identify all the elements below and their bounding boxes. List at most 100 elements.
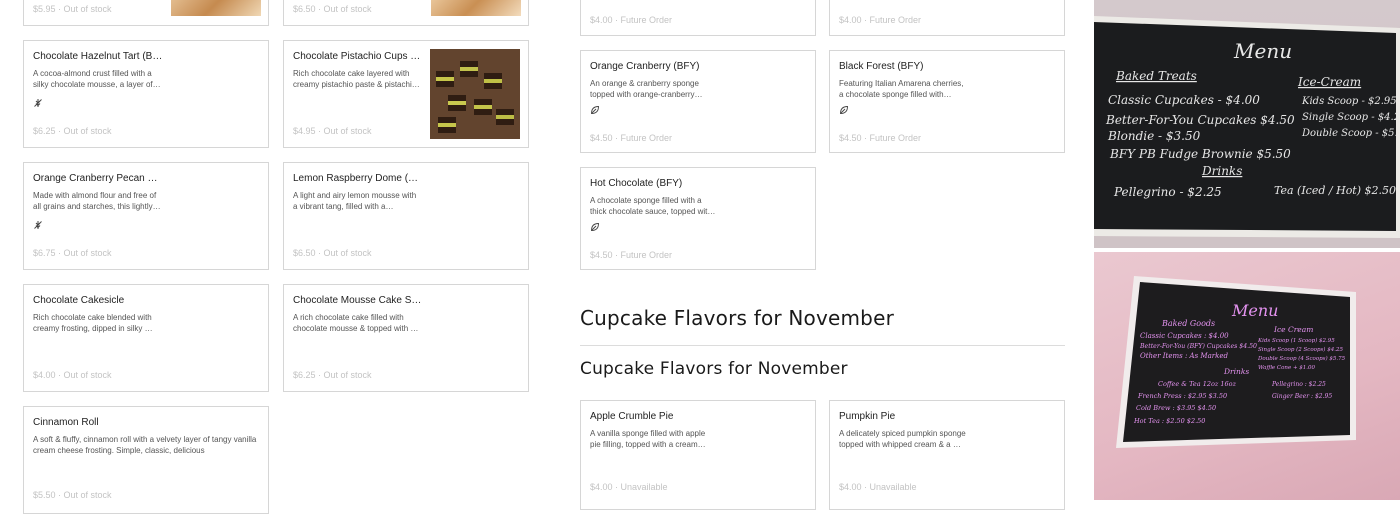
drink-line: Ginger Beer : $2.95 bbox=[1272, 393, 1332, 400]
ice-line: Kids Scoop (1 Scoop) $2.95 bbox=[1257, 337, 1335, 344]
price-status: $6.50 · Out of stock bbox=[293, 4, 372, 14]
product-name: Orange Cranberry (BFY) bbox=[590, 61, 700, 72]
product-name: Orange Cranberry Pecan Min… bbox=[33, 173, 163, 184]
product-name: Cinnamon Roll bbox=[33, 417, 99, 428]
product-name: Chocolate Cakesicle bbox=[33, 295, 125, 306]
menu-board-photo: Menu Baked Treats Classic Cupcakes - $4.… bbox=[1094, 0, 1400, 248]
drink-line: Hot Tea : $2.50 $2.50 bbox=[1133, 417, 1205, 425]
price-status: $4.00 · Unavailable bbox=[839, 482, 917, 492]
product-name: Apple Crumble Pie bbox=[590, 411, 674, 422]
price-status: $4.50 · Future Order bbox=[590, 250, 673, 260]
price-status: $6.50 · Out of stock bbox=[293, 248, 372, 258]
price-status: $6.75 · Out of stock bbox=[33, 248, 112, 258]
baked-heading: Baked Treats bbox=[1115, 69, 1197, 83]
product-name: Pumpkin Pie bbox=[839, 411, 896, 422]
section-heading: Cupcake Flavors for November bbox=[580, 359, 848, 379]
product-description: A delicately spiced pumpkin sponge toppe… bbox=[839, 429, 966, 449]
product-card[interactable]: Chocolate Cakesicle Rich chocolate cake … bbox=[23, 284, 269, 392]
drink-line: Pellegrino - $2.25 bbox=[1113, 185, 1222, 199]
product-description: A cocoa-almond crust filled with a silky… bbox=[33, 69, 153, 89]
product-card[interactable]: Orange Cranberry (BFY) An orange & cranb… bbox=[580, 50, 816, 153]
section-heading: Cupcake Flavors for November bbox=[580, 306, 895, 330]
drink-line: Coffee & Tea 12oz 16oz bbox=[1158, 380, 1237, 388]
menu-title: Menu bbox=[1233, 39, 1292, 63]
drinks-heading: Drinks bbox=[1201, 164, 1242, 178]
product-description: Rich chocolate cake layered with creamy … bbox=[293, 69, 417, 89]
menu-line: Better-For-You (BFY) Cupcakes $4.50 bbox=[1139, 343, 1257, 350]
product-card[interactable]: $6.50 · Out of stock bbox=[283, 0, 529, 26]
menu-line: Better-For-You Cupcakes $4.50 bbox=[1105, 113, 1295, 127]
drink-line: French Press : $2.95 $3.50 bbox=[1137, 392, 1227, 400]
price-status: $4.00 · Unavailable bbox=[590, 482, 668, 492]
section-divider bbox=[580, 345, 1065, 346]
product-card[interactable]: $4.00 · Future Order bbox=[829, 0, 1065, 36]
baked-heading: Baked Goods bbox=[1161, 319, 1215, 328]
ice-line: Double Scoop - $5.75 bbox=[1301, 128, 1400, 139]
product-description: Rich chocolate cake blended with creamy … bbox=[33, 313, 153, 333]
product-description: Made with almond flour and free of all g… bbox=[33, 191, 157, 211]
menu-line: Classic Cupcakes - $4.00 bbox=[1108, 93, 1260, 107]
price-status: $6.25 · Out of stock bbox=[293, 370, 372, 380]
leaf-icon bbox=[591, 223, 599, 231]
product-name: Lemon Raspberry Dome (BFY) bbox=[293, 173, 423, 184]
product-name: Hot Chocolate (BFY) bbox=[590, 178, 683, 189]
product-card[interactable]: $5.95 · Out of stock bbox=[23, 0, 269, 26]
menu-line: BFY PB Fudge Brownie $5.50 bbox=[1109, 147, 1291, 161]
menu-line: Classic Cupcakes : $4.00 bbox=[1140, 332, 1229, 340]
drinks-heading: Drinks bbox=[1223, 367, 1249, 376]
ice-line: Single Scoop (2 Scoops) $4.25 bbox=[1258, 346, 1343, 353]
gluten-free-icon bbox=[34, 99, 42, 107]
price-status: $4.95 · Out of stock bbox=[293, 126, 372, 136]
product-description: An orange & cranberry sponge topped with… bbox=[590, 79, 699, 99]
product-name: Black Forest (BFY) bbox=[839, 61, 924, 72]
ice-heading: Ice-Cream bbox=[1297, 75, 1361, 89]
product-description: Featuring Italian Amarena cherries, a ch… bbox=[839, 79, 964, 99]
product-description: A chocolate sponge filled with a thick c… bbox=[590, 196, 712, 216]
drink-line: Tea (Iced / Hot) $2.50 bbox=[1274, 184, 1396, 197]
product-card[interactable]: $4.00 · Future Order bbox=[580, 0, 816, 36]
product-name: Chocolate Hazelnut Tart (BFY) bbox=[33, 51, 163, 62]
ice-heading: Ice Cream bbox=[1273, 325, 1313, 334]
product-card[interactable]: Apple Crumble Pie A vanilla sponge fille… bbox=[580, 400, 816, 510]
product-name: Chocolate Mousse Cake Slice… bbox=[293, 295, 423, 306]
menu-title: Menu bbox=[1231, 301, 1278, 320]
menu-board-image: Menu Baked Treats Classic Cupcakes - $4.… bbox=[1094, 16, 1400, 238]
product-card[interactable]: Cinnamon Roll A soft & fluffy, cinnamon … bbox=[23, 406, 269, 514]
menu-board-image: Menu Baked Goods Classic Cupcakes : $4.0… bbox=[1116, 276, 1356, 448]
product-image bbox=[430, 49, 520, 139]
product-card[interactable]: Black Forest (BFY) Featuring Italian Ama… bbox=[829, 50, 1065, 153]
price-status: $6.25 · Out of stock bbox=[33, 126, 112, 136]
price-status: $5.95 · Out of stock bbox=[33, 4, 112, 14]
product-description: A soft & fluffy, cinnamon roll with a ve… bbox=[33, 435, 257, 455]
leaf-icon bbox=[840, 106, 848, 114]
product-description: A vanilla sponge filled with apple pie f… bbox=[590, 429, 706, 449]
product-card[interactable]: Orange Cranberry Pecan Min… Made with al… bbox=[23, 162, 269, 270]
menu-line: Other Items : As Marked bbox=[1140, 352, 1228, 360]
product-description: A light and airy lemon mousse with a vib… bbox=[293, 191, 417, 211]
product-card[interactable]: Hot Chocolate (BFY) A chocolate sponge f… bbox=[580, 167, 816, 270]
product-card[interactable]: Chocolate Pistachio Cups (BFY) Rich choc… bbox=[283, 40, 529, 148]
product-card[interactable]: Chocolate Hazelnut Tart (BFY) A cocoa-al… bbox=[23, 40, 269, 148]
drink-line: Cold Brew : $3.95 $4.50 bbox=[1136, 404, 1216, 412]
leaf-icon bbox=[591, 106, 599, 114]
ice-line: Double Scoop (4 Scoops) $5.75 bbox=[1257, 355, 1346, 362]
drink-line: Pellegrino : $2.25 bbox=[1271, 381, 1326, 388]
product-card[interactable]: Pumpkin Pie A delicately spiced pumpkin … bbox=[829, 400, 1065, 510]
price-status: $5.50 · Out of stock bbox=[33, 490, 112, 500]
gluten-free-icon bbox=[34, 221, 42, 229]
price-status: $4.00 · Out of stock bbox=[33, 370, 112, 380]
product-card[interactable]: Lemon Raspberry Dome (BFY) A light and a… bbox=[283, 162, 529, 270]
menu-board-photo: Menu Baked Goods Classic Cupcakes : $4.0… bbox=[1094, 252, 1400, 500]
ice-line: Single Scoop - $4.25 bbox=[1302, 112, 1400, 123]
price-status: $4.00 · Future Order bbox=[590, 15, 673, 25]
product-description: A rich chocolate cake filled with chocol… bbox=[293, 313, 419, 333]
price-status: $4.50 · Future Order bbox=[590, 133, 673, 143]
ice-line: Waffle Cone + $1.00 bbox=[1258, 365, 1316, 371]
product-image bbox=[431, 0, 521, 16]
price-status: $4.00 · Future Order bbox=[839, 15, 922, 25]
ice-line: Kids Scoop - $2.95 bbox=[1301, 96, 1397, 107]
product-name: Chocolate Pistachio Cups (BFY) bbox=[293, 51, 423, 62]
price-status: $4.50 · Future Order bbox=[839, 133, 922, 143]
product-card[interactable]: Chocolate Mousse Cake Slice… A rich choc… bbox=[283, 284, 529, 392]
product-image bbox=[171, 0, 261, 16]
